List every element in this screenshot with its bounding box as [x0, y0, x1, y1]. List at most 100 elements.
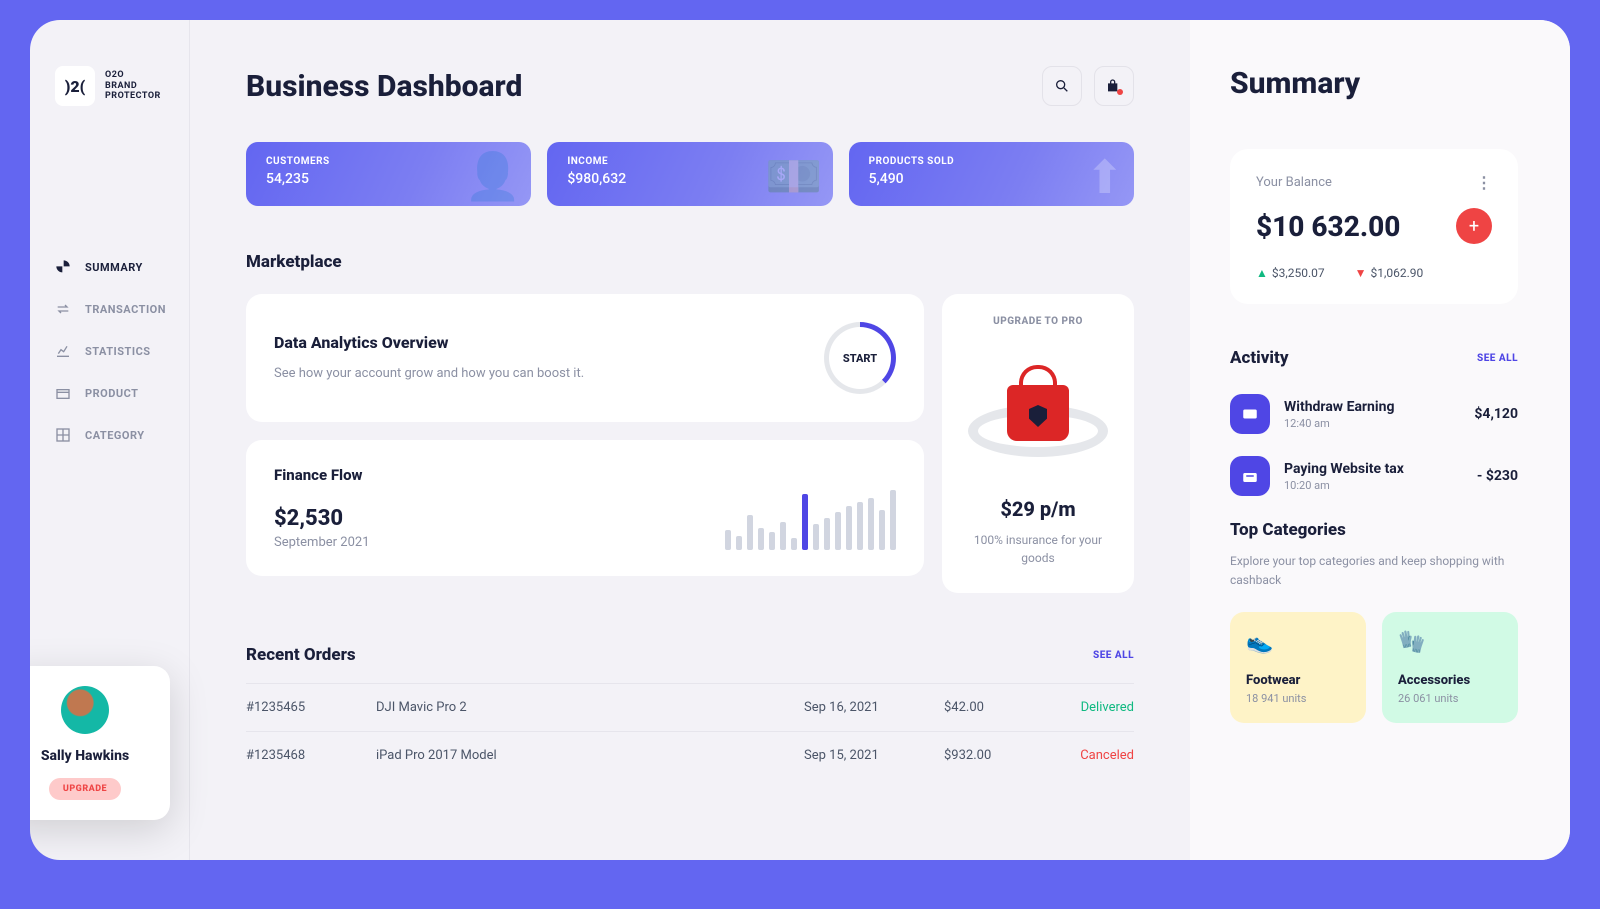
user-name: Sally Hawkins: [30, 748, 152, 764]
activity-item[interactable]: Paying Website tax 10:20 am - $230: [1230, 456, 1518, 496]
chart-bar: [813, 524, 819, 550]
sidebar-item-statistics[interactable]: STATISTICS: [55, 330, 189, 372]
analytics-desc: See how your account grow and how you ca…: [274, 364, 584, 384]
menu-dots-icon[interactable]: ⋮: [1476, 173, 1492, 192]
wallet-icon: [1230, 456, 1270, 496]
upgrade-card[interactable]: UPGRADE TO PRO $29 p/m 100% insurance fo…: [942, 294, 1134, 593]
topcat-title: Top Categories: [1230, 520, 1518, 540]
upgrade-price: $29 p/m: [960, 497, 1116, 521]
chart-bar: [758, 528, 764, 550]
main-content: Business Dashboard CUSTOMERS 54,235 👤 IN…: [190, 20, 1190, 860]
upgrade-button[interactable]: UPGRADE: [49, 778, 121, 800]
stat-card-sold[interactable]: PRODUCTS SOLD 5,490 ⬆: [849, 142, 1134, 206]
chart-bar: [824, 518, 830, 550]
chart-bar: [835, 512, 841, 550]
chart-bar: [780, 522, 786, 550]
activity-item[interactable]: Withdraw Earning 12:40 am $4,120: [1230, 394, 1518, 434]
activity-time: 12:40 am: [1284, 417, 1460, 430]
stat-card-customers[interactable]: CUSTOMERS 54,235 👤: [246, 142, 531, 206]
order-row[interactable]: #1235465 DJI Mavic Pro 2 Sep 16, 2021 $4…: [246, 683, 1134, 731]
cart-button[interactable]: [1094, 66, 1134, 106]
order-product: DJI Mavic Pro 2: [376, 700, 804, 715]
finance-value: $2,530: [274, 506, 370, 531]
chart-bar: [890, 490, 896, 550]
chart-bar: [879, 510, 885, 550]
start-button[interactable]: START: [824, 322, 896, 394]
topcat-desc: Explore your top categories and keep sho…: [1230, 552, 1518, 590]
arrow-up-icon: ⬆: [1085, 150, 1124, 205]
search-button[interactable]: [1042, 66, 1082, 106]
chart-bar: [769, 532, 775, 550]
logo-icon: )2(: [55, 66, 95, 106]
chart-bar: [791, 538, 797, 550]
sidebar-label: PRODUCT: [85, 387, 138, 400]
balance-label: Your Balance: [1256, 175, 1332, 190]
activity-title: Activity: [1230, 348, 1289, 368]
balance-card: Your Balance ⋮ $10 632.00 + ▲$3,250.07 ▼…: [1230, 149, 1518, 304]
sidebar-label: TRANSACTION: [85, 303, 166, 316]
category-units: 26 061 units: [1398, 692, 1502, 705]
stat-card-income[interactable]: INCOME $980,632 💵: [547, 142, 832, 206]
pie-chart-icon: [55, 259, 71, 275]
summary-title: Summary: [1230, 66, 1518, 101]
order-product: iPad Pro 2017 Model: [376, 748, 804, 763]
analytics-card: Data Analytics Overview See how your acc…: [246, 294, 924, 422]
accessories-icon: 🧤: [1398, 630, 1502, 655]
finance-card: Finance Flow $2,530 September 2021: [246, 440, 924, 576]
finance-bar-chart: [725, 480, 896, 550]
footwear-icon: 👟: [1246, 630, 1350, 655]
order-id: #1235468: [246, 748, 376, 763]
chart-bar: [747, 515, 753, 550]
box-icon: [55, 385, 71, 401]
wallet-icon: [1230, 394, 1270, 434]
notification-dot-icon: [1117, 89, 1123, 95]
sidebar-label: STATISTICS: [85, 345, 151, 358]
sidebar-item-category[interactable]: CATEGORY: [55, 414, 189, 456]
order-status: Canceled: [1054, 748, 1134, 763]
activity-see-all-link[interactable]: SEE ALL: [1477, 353, 1518, 364]
category-card-accessories[interactable]: 🧤 Accessories 26 061 units: [1382, 612, 1518, 723]
user-avatar[interactable]: [61, 686, 109, 734]
balance-amount: $10 632.00: [1256, 210, 1400, 243]
order-date: Sep 15, 2021: [804, 748, 944, 763]
activity-time: 10:20 am: [1284, 479, 1463, 492]
finance-title: Finance Flow: [274, 466, 370, 484]
activity-list: Withdraw Earning 12:40 am $4,120 Paying …: [1230, 394, 1518, 496]
swap-icon: [55, 301, 71, 317]
chart-line-icon: [55, 343, 71, 359]
sidebar-item-product[interactable]: PRODUCT: [55, 372, 189, 414]
money-icon: 💵: [765, 150, 822, 204]
add-balance-button[interactable]: +: [1456, 208, 1492, 244]
change-up: ▲$3,250.07: [1256, 266, 1325, 280]
order-status: Delivered: [1054, 700, 1134, 715]
sidebar-label: CATEGORY: [85, 429, 145, 442]
analytics-title: Data Analytics Overview: [274, 333, 584, 354]
change-down: ▼$1,062.90: [1355, 266, 1424, 280]
bag-illustration-icon: [973, 353, 1103, 473]
chart-bar: [857, 502, 863, 550]
category-name: Footwear: [1246, 673, 1350, 688]
category-card-footwear[interactable]: 👟 Footwear 18 941 units: [1230, 612, 1366, 723]
orders-title: Recent Orders: [246, 645, 356, 665]
activity-amount: - $230: [1477, 468, 1518, 484]
order-row[interactable]: #1235468 iPad Pro 2017 Model Sep 15, 202…: [246, 731, 1134, 779]
page-title: Business Dashboard: [246, 69, 522, 104]
category-name: Accessories: [1398, 673, 1502, 688]
sidebar-item-transaction[interactable]: TRANSACTION: [55, 288, 189, 330]
order-id: #1235465: [246, 700, 376, 715]
triangle-up-icon: ▲: [1256, 266, 1268, 280]
chart-bar: [846, 506, 852, 550]
user-profile-card: Sally Hawkins UPGRADE: [30, 666, 170, 820]
triangle-down-icon: ▼: [1355, 266, 1367, 280]
sidebar-item-summary[interactable]: SUMMARY: [55, 246, 189, 288]
activity-name: Paying Website tax: [1284, 461, 1463, 477]
orders-see-all-link[interactable]: SEE ALL: [1093, 650, 1134, 661]
finance-date: September 2021: [274, 535, 370, 550]
stat-value: 5,490: [869, 171, 1114, 187]
logo-text: O2O BRAND PROTECTOR: [105, 70, 161, 102]
grid-icon: [55, 427, 71, 443]
user-crown-icon: 👤: [464, 150, 521, 204]
brand-logo: )2( O2O BRAND PROTECTOR: [55, 66, 189, 106]
summary-panel: Summary Your Balance ⋮ $10 632.00 + ▲$3,…: [1190, 20, 1570, 860]
chart-bar: [802, 494, 808, 550]
